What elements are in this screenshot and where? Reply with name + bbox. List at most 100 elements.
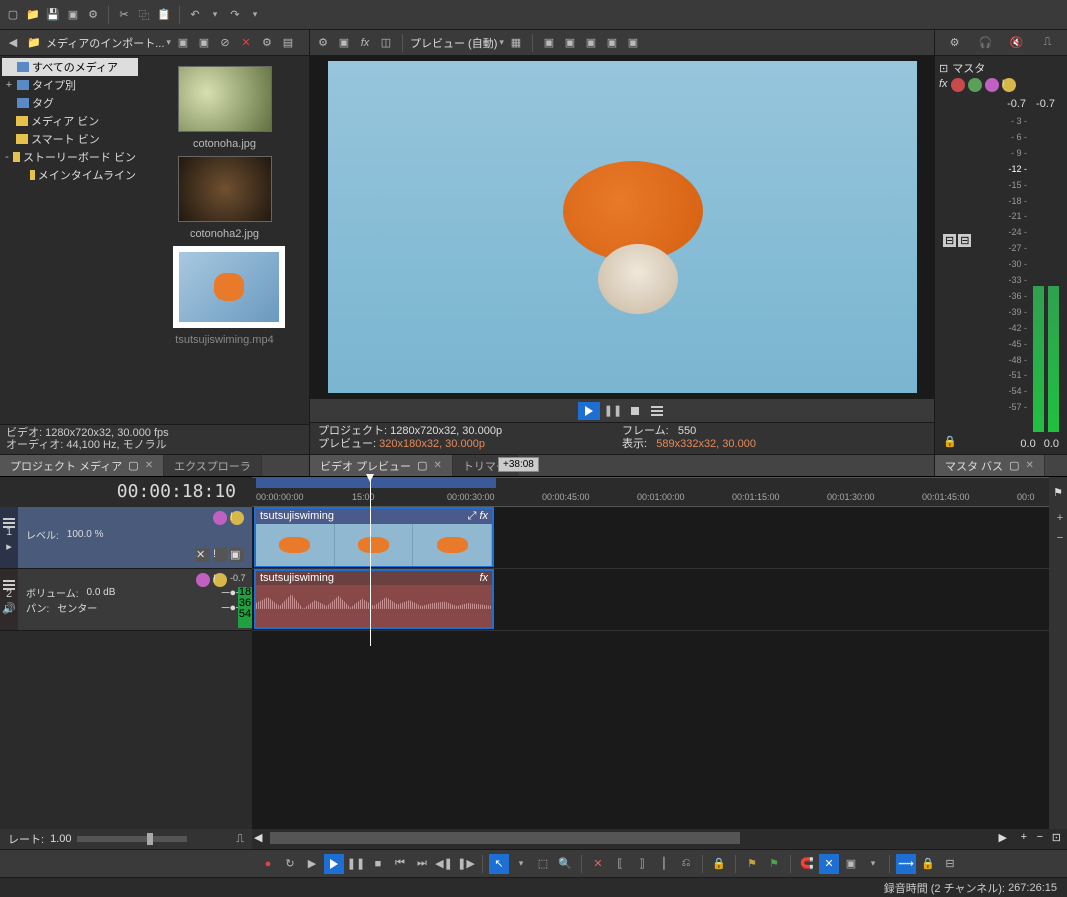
save-snapshot-icon[interactable]: ▣	[561, 34, 579, 52]
lock-icon[interactable]: 🔒	[709, 854, 729, 874]
trim-start-icon[interactable]: ⟦	[610, 854, 630, 874]
slip-icon[interactable]: ⎌	[676, 854, 696, 874]
record-icon[interactable]: ●	[258, 854, 278, 874]
tree-by-type[interactable]: +タイプ別	[2, 76, 138, 94]
play-from-start-icon[interactable]: ▶	[302, 854, 322, 874]
fx-slot-icon[interactable]	[951, 78, 965, 92]
go-to-end-icon[interactable]: ⏭	[412, 854, 432, 874]
play-button[interactable]	[578, 402, 600, 420]
tool-dropdown-icon[interactable]: ▾	[511, 854, 531, 874]
remove-icon[interactable]: −	[1051, 529, 1067, 547]
views-icon[interactable]: ▤	[279, 34, 297, 52]
mute-icon[interactable]: ✕	[196, 548, 210, 562]
render-icon[interactable]: ▣	[64, 6, 82, 24]
marker-icon[interactable]: ⚑	[1049, 477, 1067, 507]
ripple-icon[interactable]: ⟿	[896, 854, 916, 874]
bypass-fx-icon[interactable]	[196, 573, 210, 587]
split-icon[interactable]: ⎮	[654, 854, 674, 874]
back-icon[interactable]: ◀	[4, 34, 22, 52]
loop-icon[interactable]: ↻	[280, 854, 300, 874]
go-to-start-icon[interactable]: ⏮	[390, 854, 410, 874]
play-cursor[interactable]	[370, 478, 371, 646]
automation-icon[interactable]: !	[230, 511, 244, 525]
remove-icon[interactable]: ⊘	[216, 34, 234, 52]
split-screen-icon[interactable]: ◫	[377, 34, 395, 52]
stop-icon[interactable]: ■	[368, 854, 388, 874]
lock-envelopes-icon[interactable]: 🔒	[918, 854, 938, 874]
copy-snapshot-icon[interactable]: ▣	[540, 34, 558, 52]
audio-track-header[interactable]: 2🔊 !-0.7 ボリューム:0.0 dB─●─ パン:センター─●─ 1836…	[0, 569, 252, 631]
prev-frame-icon[interactable]: ◀❚	[434, 854, 454, 874]
media-item-selected[interactable]: tsutsujiswiming.mp4	[173, 246, 277, 346]
fx-icon[interactable]: fx	[939, 78, 948, 92]
media-tree[interactable]: すべてのメディア +タイプ別 タグ メディア ビン スマート ビン -ストーリー…	[0, 56, 140, 424]
zoom-fit-icon[interactable]: ⊡	[1052, 831, 1061, 844]
horizontal-scrollbar[interactable]: ◀ ▶ + − ⊡	[252, 829, 1067, 849]
import-media-button[interactable]: メディアのインポート...▾	[46, 35, 171, 51]
next-frame-icon[interactable]: ❚▶	[456, 854, 476, 874]
delete-icon[interactable]: ✕	[588, 854, 608, 874]
tab-master-bus[interactable]: マスタ バス▢✕	[935, 455, 1045, 476]
redo-dropdown-icon[interactable]: ▾	[246, 6, 264, 24]
get-media-icon[interactable]: ▣	[195, 34, 213, 52]
undo-dropdown-icon[interactable]: ▾	[206, 6, 224, 24]
media-properties-icon[interactable]: ⚙	[258, 34, 276, 52]
external-monitor-icon[interactable]: ▣	[335, 34, 353, 52]
clip-fx-icon[interactable]: fx	[479, 510, 488, 522]
tree-storyboard-bin[interactable]: -ストーリーボード ビン	[2, 148, 138, 166]
track-menu-icon[interactable]	[3, 522, 15, 524]
zoom-tool-icon[interactable]: 🔍	[555, 854, 575, 874]
preview-properties-icon[interactable]: ⚙	[314, 34, 332, 52]
fx-slot-icon[interactable]	[968, 78, 982, 92]
automation-icon[interactable]: !	[213, 573, 227, 587]
hdr-icon[interactable]: ▣	[624, 34, 642, 52]
zoom-out-icon[interactable]: −	[1037, 831, 1043, 843]
snap-icon[interactable]: 🧲	[797, 854, 817, 874]
fx-slot-icon[interactable]: !	[1002, 78, 1016, 92]
track-lanes[interactable]: tsutsujiswiming⤢ fx tsutsujiswimingfx	[252, 507, 1049, 829]
lock-icon[interactable]: 🔒	[943, 435, 957, 448]
selection-tool-icon[interactable]: ⬚	[533, 854, 553, 874]
close-icon[interactable]: ✕	[145, 460, 153, 471]
tree-main-timeline[interactable]: メインタイムライン	[2, 166, 138, 184]
open-icon[interactable]: 📁	[24, 6, 42, 24]
add-icon[interactable]: +	[1051, 509, 1067, 527]
delete-icon[interactable]: ✕	[237, 34, 255, 52]
play-icon[interactable]	[324, 854, 344, 874]
faders-icon[interactable]: ⎍	[1039, 34, 1057, 52]
tree-tags[interactable]: タグ	[2, 94, 138, 112]
redo-icon[interactable]: ↷	[226, 6, 244, 24]
auto-crossfade-icon[interactable]: ▣	[841, 854, 861, 874]
dim-icon[interactable]: 🔇	[1008, 34, 1026, 52]
sdr-icon[interactable]: ▣	[603, 34, 621, 52]
close-icon[interactable]: ✕	[1025, 460, 1033, 471]
normal-edit-tool-icon[interactable]: ↖	[489, 854, 509, 874]
adjust-icon[interactable]: ▣	[582, 34, 600, 52]
rate-scrub[interactable]	[77, 836, 187, 842]
crossfade-dropdown-icon[interactable]: ▾	[863, 854, 883, 874]
tab-video-preview[interactable]: ビデオ プレビュー▢✕	[310, 455, 453, 476]
ignore-grouping-icon[interactable]: ⊟	[940, 854, 960, 874]
overlays-icon[interactable]: ▦	[507, 34, 525, 52]
rate-value[interactable]: 1.00	[50, 833, 71, 845]
audio-properties-icon[interactable]: ⚙	[946, 34, 964, 52]
undo-icon[interactable]: ↶	[186, 6, 204, 24]
fx-slot-icon[interactable]	[985, 78, 999, 92]
audio-clip[interactable]: tsutsujiswimingfx	[254, 569, 494, 629]
maximize-icon[interactable]: ▣	[230, 548, 244, 562]
meter-mode-buttons[interactable]: ⊟⊟	[943, 234, 971, 247]
downmix-icon[interactable]: 🎧	[977, 34, 995, 52]
transport-menu-icon[interactable]	[648, 402, 666, 420]
copy-icon[interactable]: ⿻	[135, 6, 153, 24]
marker-icon[interactable]: ⚑	[742, 854, 762, 874]
timeline-ruler[interactable]: +38:08 00:00:00:00 15:00 00:00:30:00 00:…	[252, 477, 1049, 507]
tab-explorer[interactable]: エクスプローラ	[164, 455, 262, 476]
pause-icon[interactable]: ❚❚	[604, 402, 622, 420]
properties-icon[interactable]: ⚙	[84, 6, 102, 24]
rate-marker-icon[interactable]: ⎍	[236, 833, 244, 846]
video-track-header[interactable]: 1▸ ! レベル:100.0 % ✕!▣	[0, 507, 252, 569]
clip-crop-icon[interactable]: ⤢	[468, 510, 477, 522]
track-menu-icon[interactable]	[3, 584, 15, 586]
pause-icon[interactable]: ❚❚	[346, 854, 366, 874]
tree-all-media[interactable]: すべてのメディア	[2, 58, 138, 76]
